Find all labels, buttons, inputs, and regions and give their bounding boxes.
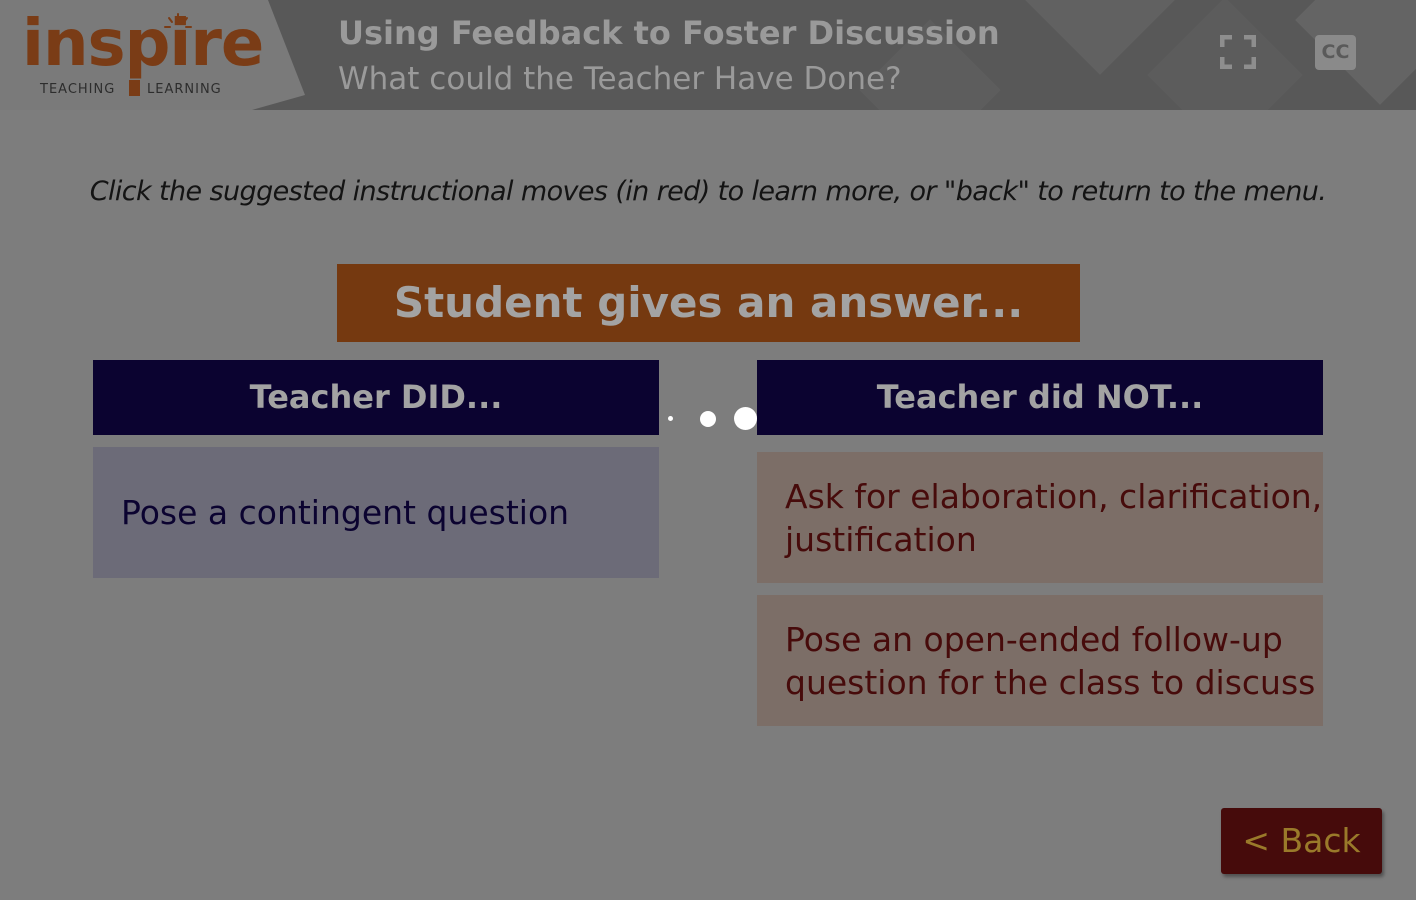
slide-subtitle: What could the Teacher Have Done? [338,61,902,97]
logo-subtext-teaching: TEACHING [40,82,116,97]
header-bar: inspire TEACHING LEARNING Using Feedback… [0,0,1416,110]
back-button[interactable]: < Back [1221,808,1382,874]
instruction-text: Click the suggested instructional moves … [89,176,1327,207]
student-answer-banner: Student gives an answer... [337,264,1080,342]
sun-icon [164,13,192,28]
move-label: Pose an open-ended follow-up question fo… [785,619,1316,702]
move-contingent-question[interactable]: Pose a contingent question [93,447,659,578]
teacher-did-not-heading: Teacher did NOT... [757,360,1323,435]
move-ask-elaboration[interactable]: Ask for elaboration, clarification, just… [757,452,1323,583]
teacher-did-heading: Teacher DID... [93,360,659,435]
loading-dot-large [734,407,757,430]
logo-panel: inspire TEACHING LEARNING [0,0,305,110]
fullscreen-button[interactable] [1219,34,1257,70]
loading-dot-small [668,416,673,421]
logo-wordmark: inspire [22,7,264,81]
course-title: Using Feedback to Foster Discussion [338,14,1000,52]
move-label: Pose a contingent question [121,493,570,532]
closed-captions-button[interactable]: CC [1315,35,1356,70]
fullscreen-icon [1219,34,1257,70]
move-open-ended-follow-up[interactable]: Pose an open-ended follow-up question fo… [757,595,1323,726]
logo-separator [129,80,140,96]
logo-subtext-learning: LEARNING [147,82,222,97]
loading-dot-medium [700,411,716,427]
move-label: Ask for elaboration, clarification, just… [785,476,1323,559]
